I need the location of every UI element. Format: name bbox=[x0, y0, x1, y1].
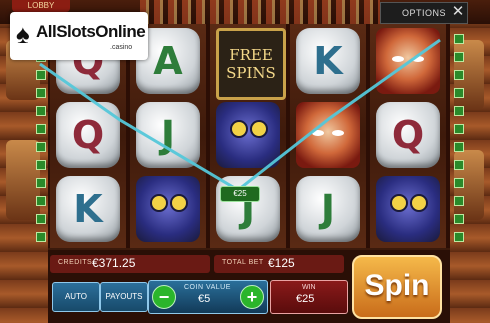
reel-4: K J bbox=[290, 24, 366, 248]
lobby-button[interactable]: LOBBY bbox=[12, 0, 70, 12]
win-value: €25 bbox=[296, 293, 315, 305]
payline-marker[interactable] bbox=[36, 196, 46, 206]
payline-markers-left bbox=[34, 30, 48, 242]
payline-marker[interactable] bbox=[454, 178, 464, 188]
payline-marker[interactable] bbox=[454, 160, 464, 170]
payline-marker[interactable] bbox=[36, 178, 46, 188]
symbol-owl bbox=[376, 176, 440, 242]
payline-marker[interactable] bbox=[454, 88, 464, 98]
payline-marker[interactable] bbox=[454, 70, 464, 80]
coin-value-label: COIN VALUE bbox=[184, 284, 231, 291]
payline-marker[interactable] bbox=[36, 160, 46, 170]
symbol-mask bbox=[296, 102, 360, 168]
payline-marker[interactable] bbox=[36, 88, 46, 98]
payline-marker[interactable] bbox=[454, 34, 464, 44]
symbol-j: J bbox=[296, 176, 360, 242]
payline-marker[interactable] bbox=[454, 124, 464, 134]
symbol-free-spins: FREE SPINS bbox=[216, 28, 286, 100]
payline-marker[interactable] bbox=[36, 232, 46, 242]
logo-brand-text: AllSlotsOnline bbox=[36, 22, 146, 41]
payline-marker[interactable] bbox=[36, 214, 46, 224]
free-spins-line2: SPINS bbox=[226, 64, 276, 82]
win-label: WIN bbox=[302, 284, 316, 291]
payline-marker[interactable] bbox=[36, 106, 46, 116]
symbol-owl bbox=[216, 102, 280, 168]
payline-marker[interactable] bbox=[454, 52, 464, 62]
coin-minus-button[interactable]: − bbox=[152, 285, 176, 309]
total-bet-label: TOTAL BET bbox=[222, 259, 264, 266]
payline-win-badge: €25 bbox=[220, 186, 260, 202]
reel-5: Q bbox=[370, 24, 446, 248]
top-zigzag-pattern bbox=[140, 0, 380, 24]
payline-marker[interactable] bbox=[454, 214, 464, 224]
auto-button[interactable]: AUTO bbox=[52, 282, 100, 312]
spade-icon: ♠ bbox=[16, 19, 30, 49]
symbol-k: K bbox=[56, 176, 120, 242]
payline-markers-right bbox=[452, 30, 466, 242]
payline-marker[interactable] bbox=[36, 70, 46, 80]
payline-marker[interactable] bbox=[454, 106, 464, 116]
symbol-q: Q bbox=[56, 102, 120, 168]
symbol-q: Q bbox=[376, 102, 440, 168]
payline-marker[interactable] bbox=[36, 124, 46, 134]
symbol-mask bbox=[376, 28, 440, 94]
payline-marker[interactable] bbox=[454, 142, 464, 152]
payline-marker[interactable] bbox=[454, 232, 464, 242]
symbol-j: J bbox=[136, 102, 200, 168]
casino-logo: ♠ AllSlotsOnline .casino bbox=[10, 12, 148, 60]
logo-sub-text: .casino bbox=[110, 44, 133, 51]
reel-3: FREE SPINS J bbox=[210, 24, 286, 248]
coin-value: €5 bbox=[198, 293, 211, 305]
payline-marker[interactable] bbox=[454, 196, 464, 206]
symbol-owl bbox=[136, 176, 200, 242]
coin-plus-button[interactable]: + bbox=[240, 285, 264, 309]
spin-button[interactable]: Spin bbox=[352, 255, 442, 319]
credits-label: CREDITS bbox=[58, 259, 93, 266]
payline-marker[interactable] bbox=[36, 142, 46, 152]
symbol-k: K bbox=[296, 28, 360, 94]
credits-value: €371.25 bbox=[92, 256, 136, 270]
close-icon[interactable]: ✕ bbox=[448, 2, 468, 22]
payouts-button[interactable]: PAYOUTS bbox=[100, 282, 148, 312]
total-bet-value: €125 bbox=[268, 256, 295, 270]
free-spins-line1: FREE bbox=[229, 46, 273, 64]
